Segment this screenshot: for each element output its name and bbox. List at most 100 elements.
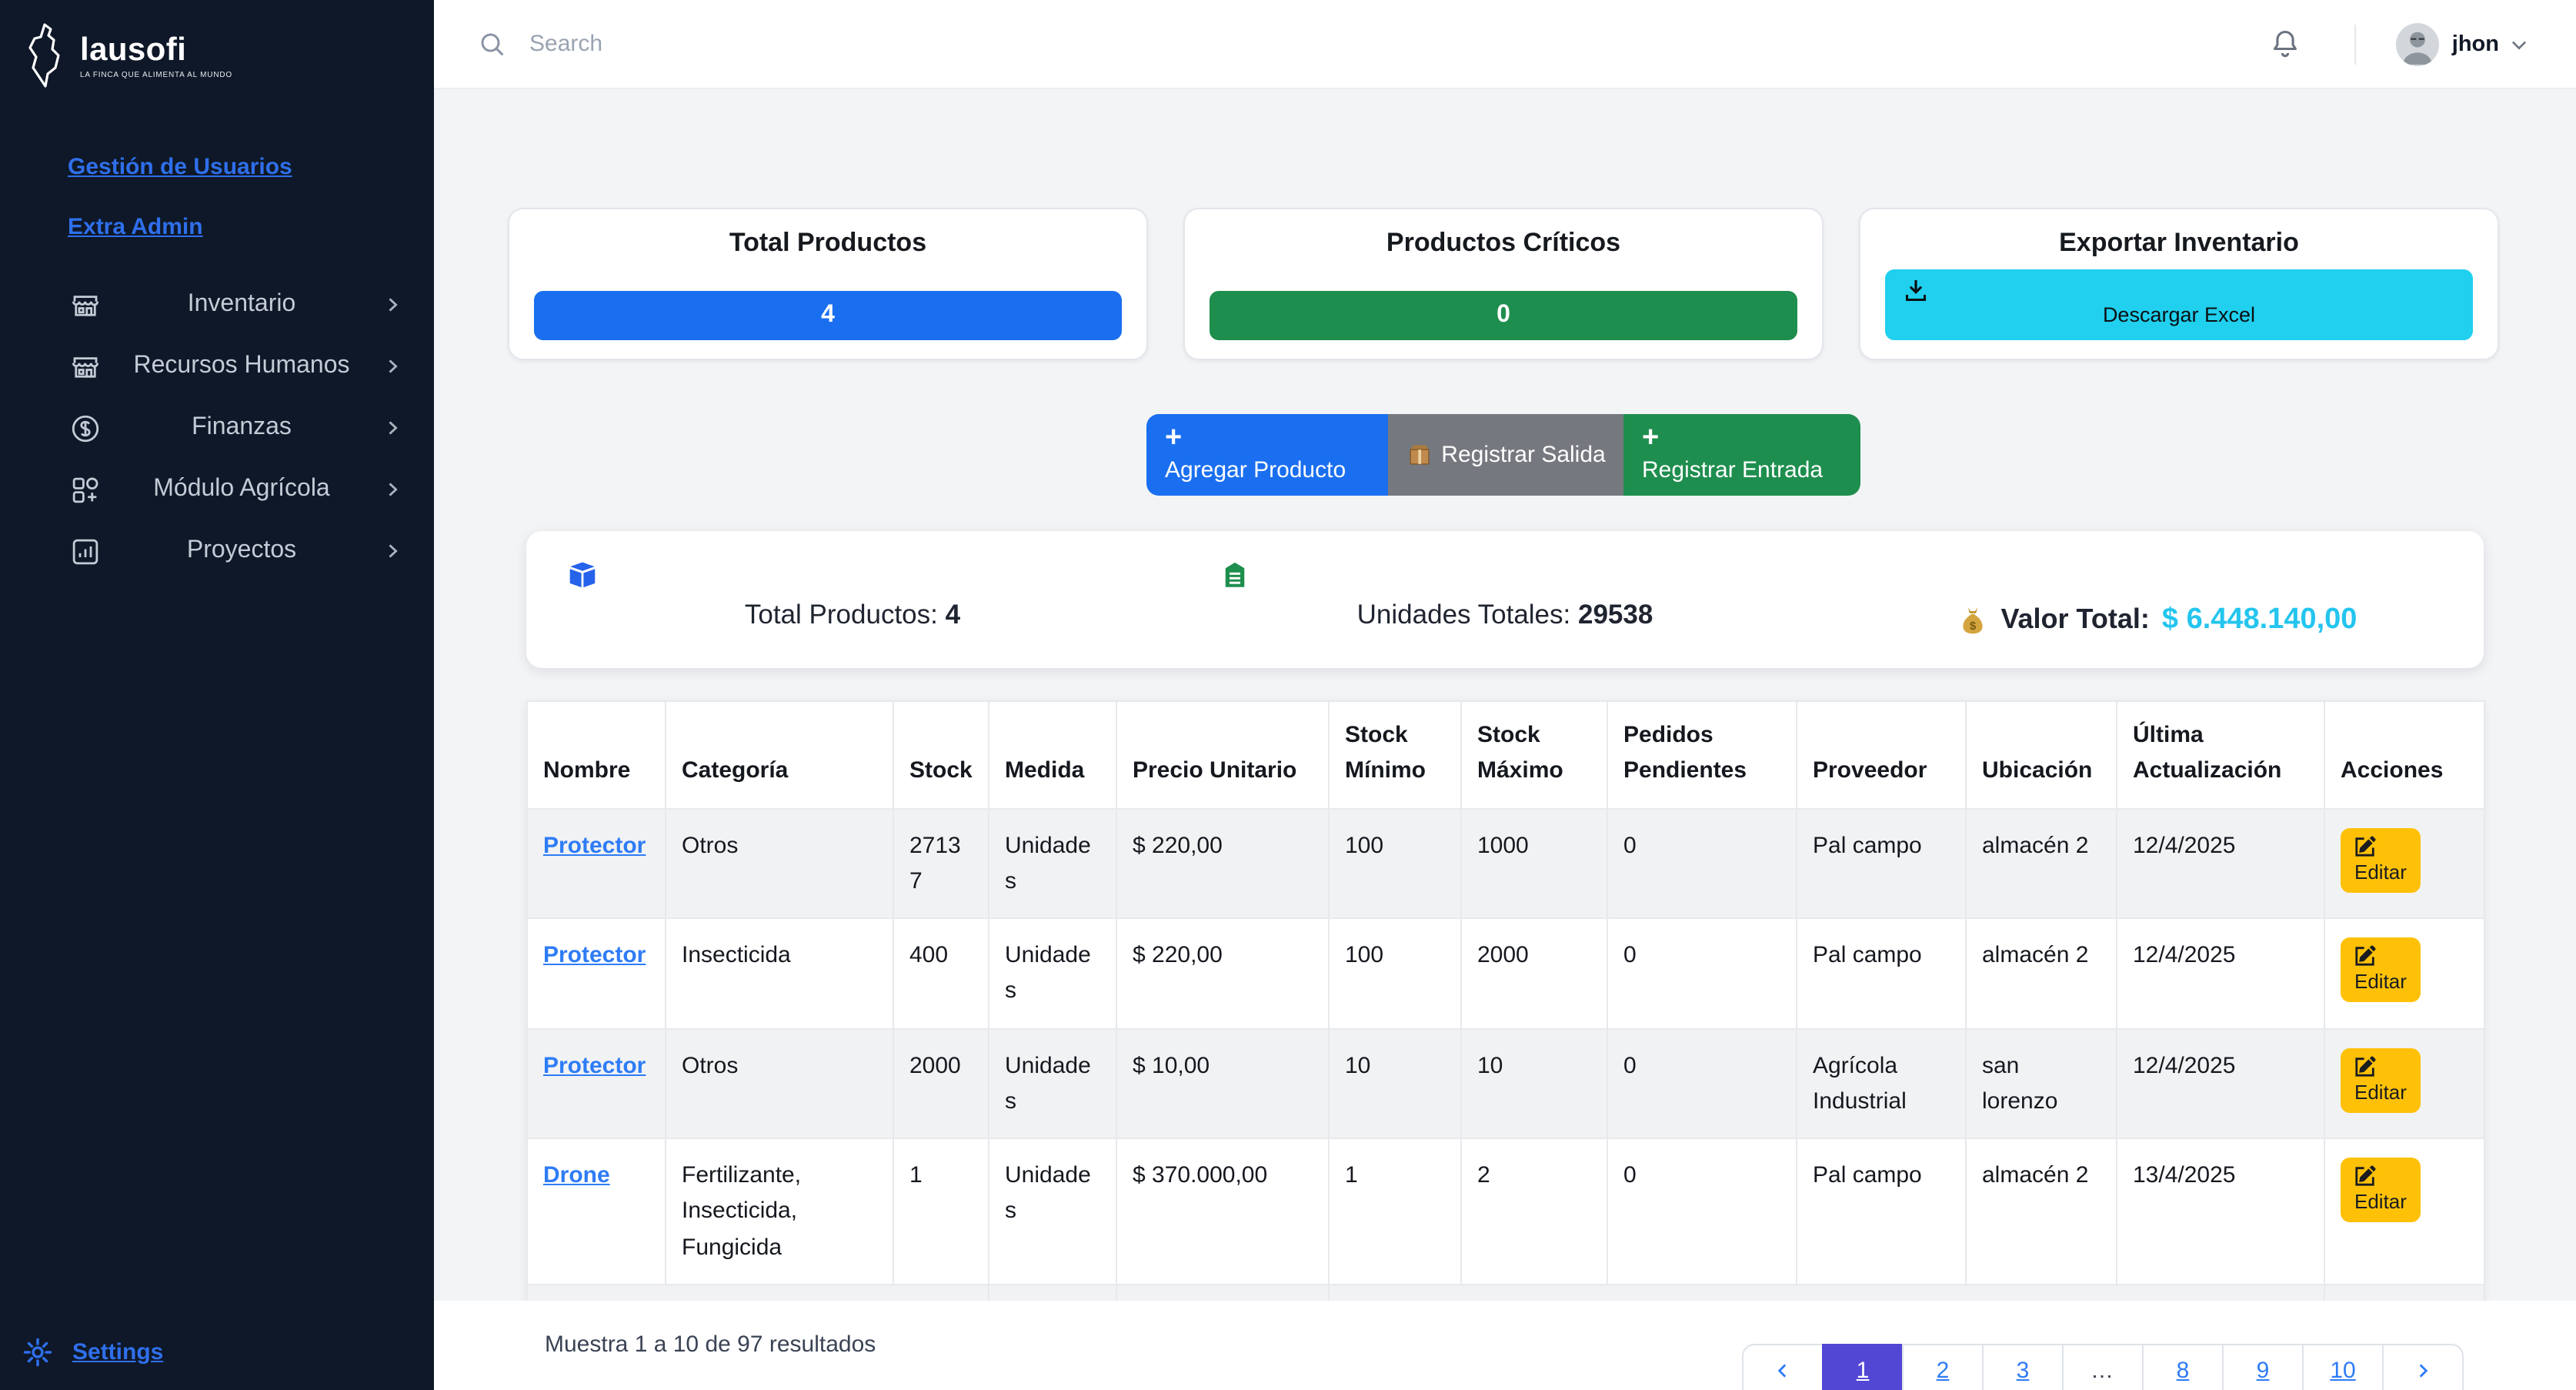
- warehouse-icon: [1219, 559, 1251, 591]
- settings-row: Settings: [0, 1336, 163, 1368]
- column-header: Stock: [893, 701, 989, 808]
- cell-ubicacion: san lorenzo: [1966, 1028, 2117, 1138]
- download-excel-label: Descargar Excel: [1904, 303, 2454, 326]
- column-header: Categoría: [666, 701, 893, 808]
- avatar[interactable]: [2397, 22, 2440, 65]
- sidebar-link-gestion-usuarios[interactable]: Gestión de Usuarios: [68, 154, 434, 180]
- page-button-8[interactable]: 8: [2142, 1344, 2224, 1390]
- bell-icon[interactable]: [2269, 27, 2303, 61]
- cell-precio: $ 220,00: [1116, 918, 1329, 1028]
- cell-actualizacion: 13/4/2025: [2117, 1138, 2324, 1285]
- edit-icon: [2354, 1165, 2376, 1187]
- page-ellipsis[interactable]: …: [2062, 1344, 2144, 1390]
- summary-total-products: Total Productos: 4: [526, 531, 1179, 668]
- cell-nombre: Protector: [527, 808, 666, 918]
- cell-stock_min: 100: [1329, 808, 1461, 918]
- summary-value-label: Valor Total:: [2001, 603, 2150, 636]
- page-button-2[interactable]: 2: [1902, 1344, 1984, 1390]
- username[interactable]: jhon: [2452, 32, 2499, 56]
- summary-products-value: 4: [946, 599, 960, 630]
- cell-stock_max: 1000: [1461, 808, 1607, 918]
- cell-pedidos: 0: [1607, 1028, 1797, 1138]
- search-input[interactable]: [526, 29, 1388, 58]
- column-header: Última Actualización: [2117, 701, 2324, 808]
- sidebar-item-label: Inventario: [102, 291, 382, 319]
- cell-stock_max: 10: [1461, 1028, 1607, 1138]
- search-icon: [477, 28, 508, 59]
- column-header: Proveedor: [1797, 701, 1966, 808]
- chevron-right-icon: [2413, 1360, 2433, 1380]
- cell-acciones: Editar: [2324, 918, 2484, 1028]
- next-page-button[interactable]: [2382, 1344, 2464, 1390]
- chevron-down-icon[interactable]: [2508, 33, 2530, 55]
- sidebar-item-modulo-agricola[interactable]: Módulo Agrícola: [0, 459, 434, 520]
- summary-total-value: $ Valor Total: $ 6.448.140,00: [1831, 531, 2484, 668]
- box-icon: [566, 559, 599, 591]
- inventory-table-body: ProtectorOtros27137Unidades$ 220,0010010…: [527, 808, 2484, 1285]
- cell-proveedor: Pal campo: [1797, 918, 1966, 1028]
- product-name-link[interactable]: Protector: [543, 1052, 646, 1078]
- brand-text: lausofi LA FINCA QUE ALIMENTA AL MUNDO: [80, 34, 232, 80]
- inventory-table-header-row: NombreCategoríaStockMedidaPrecio Unitari…: [527, 701, 2484, 808]
- cell-ubicacion: almacén 2: [1966, 918, 2117, 1028]
- inventory-app: lausofi LA FINCA QUE ALIMENTA AL MUNDO G…: [0, 0, 2576, 1390]
- edit-button[interactable]: Editar: [2341, 827, 2421, 892]
- cell-stock: 27137: [893, 808, 989, 918]
- table-row: ProtectorOtros27137Unidades$ 220,0010010…: [527, 808, 2484, 918]
- cell-pedidos: 0: [1607, 1138, 1797, 1285]
- sidebar-item-recursos-humanos[interactable]: Recursos Humanos: [0, 336, 434, 397]
- results-summary: Muestra 1 a 10 de 97 resultados: [545, 1332, 876, 1358]
- card-title: Exportar Inventario: [1885, 228, 2473, 259]
- avatar-image: [2397, 22, 2440, 65]
- sidebar-item-finanzas[interactable]: Finanzas: [0, 397, 434, 459]
- sidebar-menu: Inventario Recursos Humanos Finanzas: [0, 274, 434, 582]
- cell-categoria: Otros: [666, 808, 893, 918]
- critical-products-bar: 0: [1210, 291, 1797, 340]
- action-buttons: + Agregar Producto Registrar Salida + Re…: [1146, 414, 1860, 496]
- column-header: Acciones: [2324, 701, 2484, 808]
- edit-icon: [2354, 835, 2376, 857]
- chevron-right-icon: [382, 356, 403, 377]
- chevron-left-icon: [1773, 1360, 1793, 1380]
- download-excel-button[interactable]: Descargar Excel: [1885, 269, 2473, 340]
- product-name-link[interactable]: Protector: [543, 832, 646, 858]
- cell-actualizacion: 12/4/2025: [2117, 918, 2324, 1028]
- edit-button[interactable]: Editar: [2341, 1048, 2421, 1112]
- add-product-button[interactable]: + Agregar Producto: [1146, 414, 1388, 496]
- column-header: Stock Máximo: [1461, 701, 1607, 808]
- page-button-9[interactable]: 9: [2222, 1344, 2304, 1390]
- settings-link[interactable]: Settings: [72, 1339, 163, 1365]
- cell-medida: Unidades: [989, 808, 1116, 918]
- cell-categoria: Fertilizante, Insecticida, Fungicida: [666, 1138, 893, 1285]
- table-footer: Muestra 1 a 10 de 97 resultados 123…8910: [434, 1301, 2576, 1390]
- previous-page-button[interactable]: [1742, 1344, 1824, 1390]
- table-row: ProtectorInsecticida400Unidades$ 220,001…: [527, 918, 2484, 1028]
- sidebar-item-label: Recursos Humanos: [102, 353, 382, 380]
- edit-icon: [2354, 945, 2376, 967]
- sidebar-item-inventario[interactable]: Inventario: [0, 274, 434, 336]
- product-name-link[interactable]: Protector: [543, 942, 646, 968]
- product-name-link[interactable]: Drone: [543, 1162, 610, 1188]
- sidebar-link-extra-admin[interactable]: Extra Admin: [68, 214, 434, 240]
- gear-icon: [22, 1336, 54, 1368]
- page-button-1[interactable]: 1: [1822, 1344, 1904, 1390]
- cell-categoria: Insecticida: [666, 918, 893, 1028]
- cell-stock: 2000: [893, 1028, 989, 1138]
- register-entry-button[interactable]: + Registrar Entrada: [1623, 414, 1860, 496]
- svg-text:$: $: [1970, 619, 1977, 632]
- cell-stock: 400: [893, 918, 989, 1028]
- chevron-right-icon: [382, 294, 403, 316]
- cell-stock: 1: [893, 1138, 989, 1285]
- cell-stock_max: 2000: [1461, 918, 1607, 1028]
- register-exit-button[interactable]: Registrar Salida: [1388, 414, 1623, 496]
- page-button-10[interactable]: 10: [2302, 1344, 2384, 1390]
- column-header: Nombre: [527, 701, 666, 808]
- page-button-3[interactable]: 3: [1982, 1344, 2064, 1390]
- sidebar-item-proyectos[interactable]: Proyectos: [0, 520, 434, 582]
- brand-tagline: LA FINCA QUE ALIMENTA AL MUNDO: [80, 71, 232, 80]
- cell-categoria: Otros: [666, 1028, 893, 1138]
- download-icon: [1904, 279, 1928, 303]
- edit-button[interactable]: Editar: [2341, 937, 2421, 1002]
- edit-button[interactable]: Editar: [2341, 1158, 2421, 1222]
- total-products-bar: 4: [534, 291, 1122, 340]
